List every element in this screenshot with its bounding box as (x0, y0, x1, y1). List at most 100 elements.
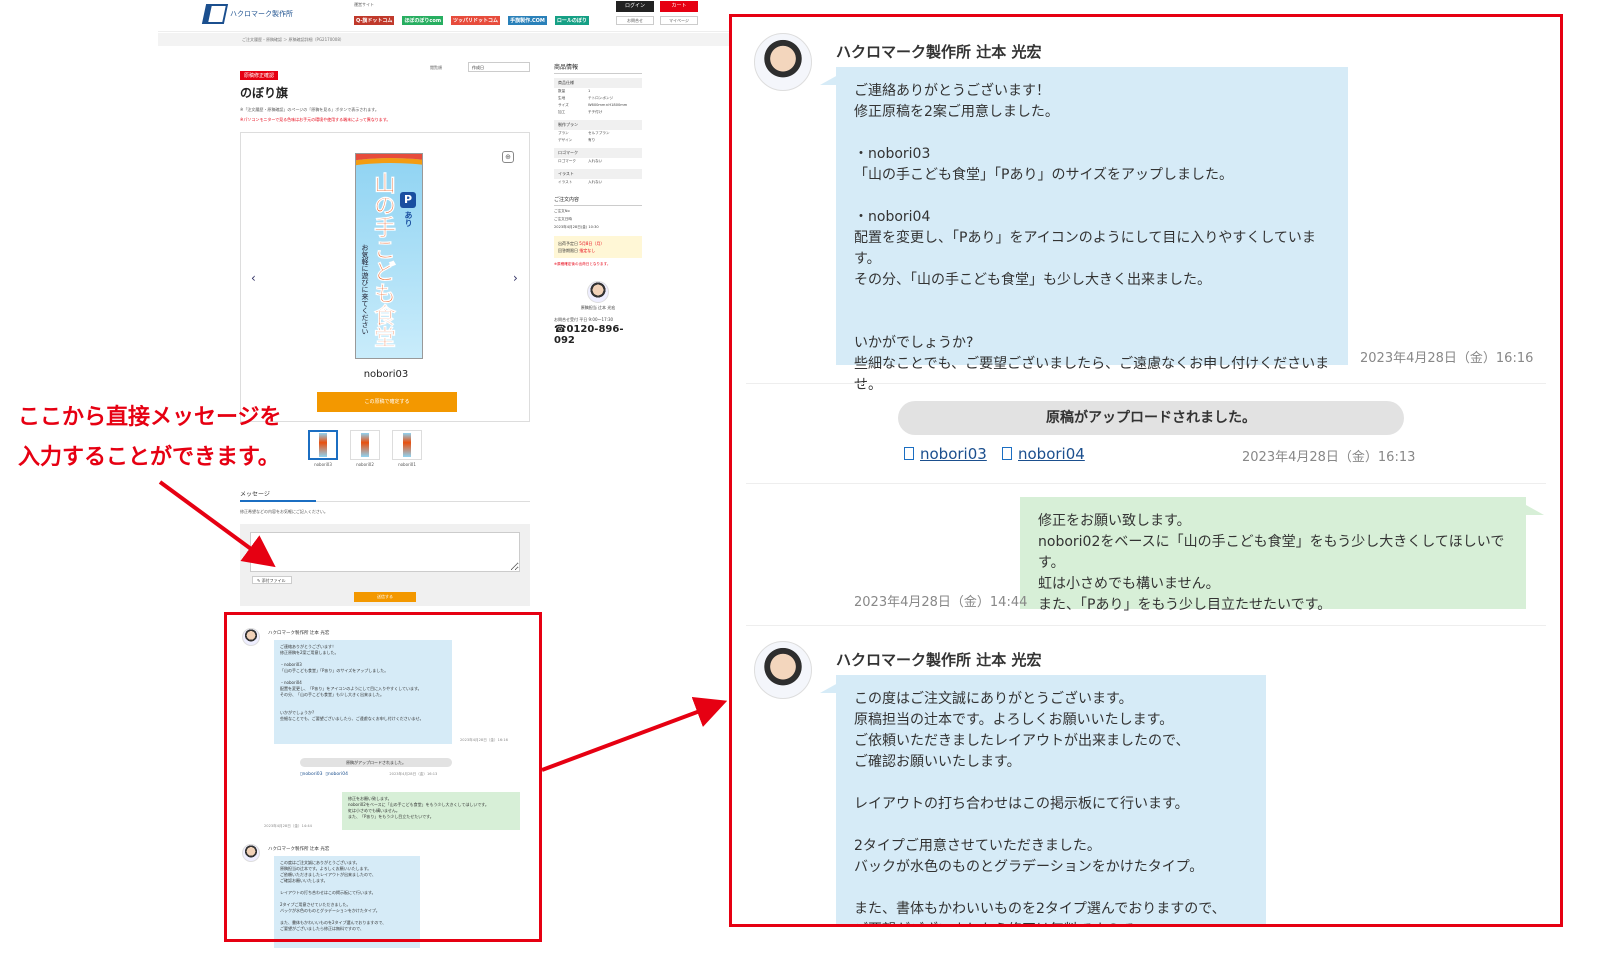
upload-notice: 原稿がアップロードされました。 (898, 401, 1404, 435)
preview-name: nobori03 (363, 369, 409, 380)
banner-main-text: 山の手こども食堂 (370, 172, 396, 349)
thumbnail-item[interactable]: nobori02 (350, 430, 380, 467)
attach-file-button[interactable]: ✎ 添付ファイル (252, 576, 292, 584)
sort-label: 閲覧順 (430, 65, 442, 70)
message-input[interactable] (250, 532, 520, 572)
staff-avatar (587, 281, 609, 303)
order-no-label: ご注文No (554, 209, 570, 213)
thumbnail-image (392, 430, 422, 460)
order-date: 2023年4月28日(金) 10:30 (554, 225, 599, 229)
spec-value: W600mm×H1800mm (588, 103, 628, 107)
spec-value: テトロンポンジ (588, 96, 614, 100)
schedule-box: 出荷予定日 5月8日（月） 回答期限日 指定なし (554, 236, 642, 258)
spec-key: プラン (558, 131, 569, 135)
order-title: ご注文内容 (554, 196, 642, 206)
spec-key: 加工 (558, 110, 566, 114)
banner-ari-text: あり (404, 211, 413, 227)
ship-value: 5月8日（月） (579, 241, 605, 246)
logo-text: ハクロマーク製作所 (230, 10, 293, 18)
paperclip-icon: ✎ (257, 578, 261, 583)
contact-link[interactable]: お問合せ (616, 16, 654, 25)
site-link[interactable]: ロールのぼり (554, 16, 589, 25)
file-icon (904, 447, 914, 460)
bubble-tail (1526, 505, 1544, 515)
support-hours: お問合せ受付 平日 9:00〜17:30 (554, 317, 614, 322)
message-time: 2023年4月28日（金）14:44 (854, 595, 1028, 610)
highlight-frame (224, 612, 542, 942)
zoomed-message-thread: ハクロマーク製作所 辻本 光宏 ご連絡ありがとうございます！ 修正原稿を2案ご用… (729, 14, 1563, 927)
spec-section-heading: 商品仕様 (554, 78, 642, 88)
deadline-label: 回答期限日 (558, 248, 578, 253)
avatar (754, 33, 812, 91)
order-date-label: ご注文日時 (554, 217, 572, 221)
login-button[interactable]: ログイン (616, 1, 654, 12)
file-link[interactable]: nobori04 (1002, 445, 1085, 463)
prev-arrow-icon[interactable]: ‹ (251, 271, 256, 285)
breadcrumb: ご注文履歴・原稿確認 ＞ 原稿確認詳細（PG2170008） (158, 33, 740, 46)
spec-value: チチ付け (588, 110, 603, 114)
thumbnail-label: nobori01 (398, 462, 416, 467)
thumbnail-label: nobori03 (314, 462, 332, 467)
message-form: ✎ 添付ファイル 送信する (240, 524, 530, 606)
support-phone[interactable]: ☎0120-896-092 (554, 324, 642, 346)
callout-line: ここから直接メッセージを (18, 405, 282, 430)
message-bubble: この度はご注文誠にありがとうございます。 原稿担当の辻本です。よろしくお願いいた… (836, 675, 1266, 924)
operated-sites: 運営サイト Q-旗ドットコム ほぼのぼりcom ツッパリドットコム 手旗製作.C… (354, 2, 589, 25)
send-button[interactable]: 送信する (354, 592, 416, 602)
tab-message[interactable]: メッセージ (240, 489, 530, 502)
sender-name: ハクロマーク製作所 辻本 光宏 (836, 43, 1042, 61)
sort-value: 作成日 (472, 65, 484, 70)
message-time: 2023年4月28日（金）16:16 (1360, 351, 1534, 366)
logo-mark-icon (201, 4, 229, 24)
sidebar-title: 商品情報 (554, 62, 642, 74)
thumbnail-item[interactable]: nobori01 (392, 430, 422, 467)
message-hint: 修正希望などの内容をお気軽にご記入ください。 (240, 509, 328, 514)
thumbnail-image (308, 430, 338, 460)
page-warning: ※パソコンモニターで見る色味はお手元の環境や使用する端末によって異なります。 (240, 117, 391, 122)
main-content: 原稿修正確認 閲覧順 作成日 のぼり旗 ※「注文履歴・原稿確認」のページの「原稿… (240, 62, 540, 606)
site-link[interactable]: 手旗製作.COM (508, 16, 547, 25)
cart-button[interactable]: カート (660, 1, 698, 12)
file-icon (1002, 447, 1012, 460)
staff-name: 原稿担当 辻本 光宏 (580, 305, 616, 310)
sort-select[interactable]: 作成日 (468, 62, 530, 72)
spec-value: 入れない (588, 159, 603, 163)
operated-sites-label: 運営サイト (354, 2, 374, 7)
illust-section-heading: イラスト (554, 169, 642, 179)
confirm-design-button[interactable]: この原稿で確定する (317, 392, 457, 412)
spec-key: サイズ (558, 103, 569, 107)
next-arrow-icon[interactable]: › (513, 271, 518, 285)
site-header: ハクロマーク製作所 運営サイト Q-旗ドットコム ほぼのぼりcom ツッパリドッ… (158, 0, 740, 32)
spec-value: 1 (588, 89, 591, 93)
message-bubble: 修正をお願い致します。 nobori02をベースに「山の手こども食堂」をもう少し… (1020, 497, 1526, 613)
schedule-warning: ※原稿確定後の出荷日となります。 (554, 262, 611, 266)
callout-line: 入力することができます。 (18, 445, 280, 470)
deadline-value: 指定なし (579, 248, 596, 253)
site-logo[interactable]: ハクロマーク製作所 (201, 4, 293, 24)
site-link[interactable]: ツッパリドットコム (451, 16, 501, 25)
site-link[interactable]: Q-旗ドットコム (354, 16, 395, 25)
thumbnail-list: nobori03 nobori02 nobori01 (308, 430, 422, 467)
ship-label: 出荷予定日 (558, 241, 578, 246)
avatar (754, 641, 812, 699)
spec-value: 有り (588, 138, 596, 142)
spec-value: 入れない (588, 180, 603, 184)
thumbnail-item[interactable]: nobori03 (308, 430, 338, 467)
thumbnail-label: nobori02 (356, 462, 374, 467)
nobori-banner-preview: 山の手こども食堂 お気軽に遊びに来てください P あり (355, 153, 423, 359)
spec-key: 生地 (558, 96, 566, 100)
banner-sub-text: お気軽に遊びに来てください (361, 244, 369, 335)
upload-time: 2023年4月28日（金）16:13 (1242, 450, 1416, 465)
file-link[interactable]: nobori03 (904, 445, 987, 463)
logo-section-heading: ロゴマーク (554, 148, 642, 158)
spec-key: デザイン (558, 138, 573, 142)
plan-section-heading: 制作プラン (554, 120, 642, 130)
mypage-link[interactable]: マイページ (660, 16, 698, 25)
preview-area: 山の手こども食堂 お気軽に遊びに来てください P あり ⊕ ‹ › nobori… (240, 132, 530, 422)
spec-key: ロゴマーク (558, 159, 576, 163)
spec-value: セルフプラン (588, 131, 610, 135)
thumbnail-image (350, 430, 380, 460)
zoom-icon[interactable]: ⊕ (502, 151, 514, 163)
page-title: のぼり旗 (240, 86, 289, 100)
site-link[interactable]: ほぼのぼりcom (402, 16, 444, 25)
